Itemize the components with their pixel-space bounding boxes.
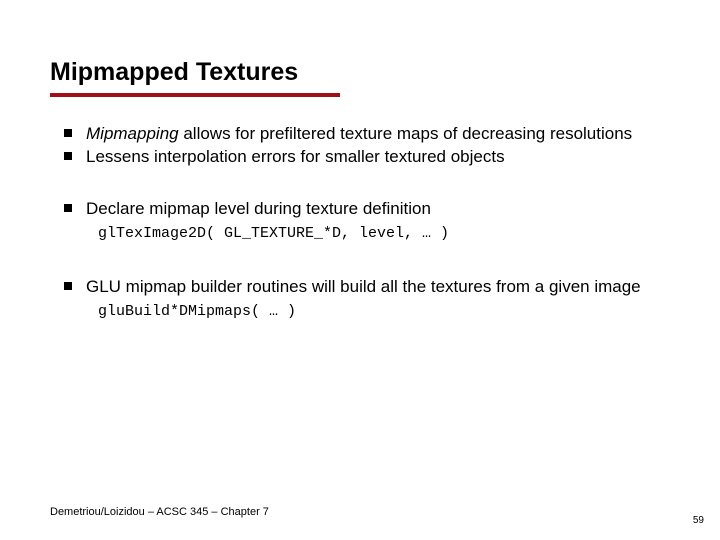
code-line: glTexImage2D( GL_TEXTURE_*D, level, … ): [98, 225, 670, 244]
list-item: GLU mipmap builder routines will build a…: [64, 276, 670, 322]
slide: Mipmapped Textures Mipmapping allows for…: [0, 0, 720, 322]
list-item: Declare mipmap level during texture defi…: [64, 198, 670, 244]
bullet-list: Mipmapping allows for prefiltered textur…: [50, 123, 670, 168]
italic-term: Mipmapping: [86, 124, 179, 143]
bullet-text: allows for prefiltered texture maps of d…: [179, 124, 633, 143]
page-title: Mipmapped Textures: [50, 58, 670, 87]
bullet-text: Lessens interpolation errors for smaller…: [86, 147, 505, 166]
bullet-text: Declare mipmap level during texture defi…: [86, 199, 431, 218]
footer-credit: Demetriou/Loizidou – ACSC 345 – Chapter …: [50, 506, 269, 518]
bullet-text: GLU mipmap builder routines will build a…: [86, 277, 641, 296]
page-number: 59: [693, 515, 704, 526]
title-underline: [50, 93, 340, 97]
bullet-list: Declare mipmap level during texture defi…: [50, 198, 670, 244]
list-item: Lessens interpolation errors for smaller…: [64, 146, 670, 167]
bullet-list: GLU mipmap builder routines will build a…: [50, 276, 670, 322]
code-line: gluBuild*DMipmaps( … ): [98, 303, 670, 322]
list-item: Mipmapping allows for prefiltered textur…: [64, 123, 670, 144]
